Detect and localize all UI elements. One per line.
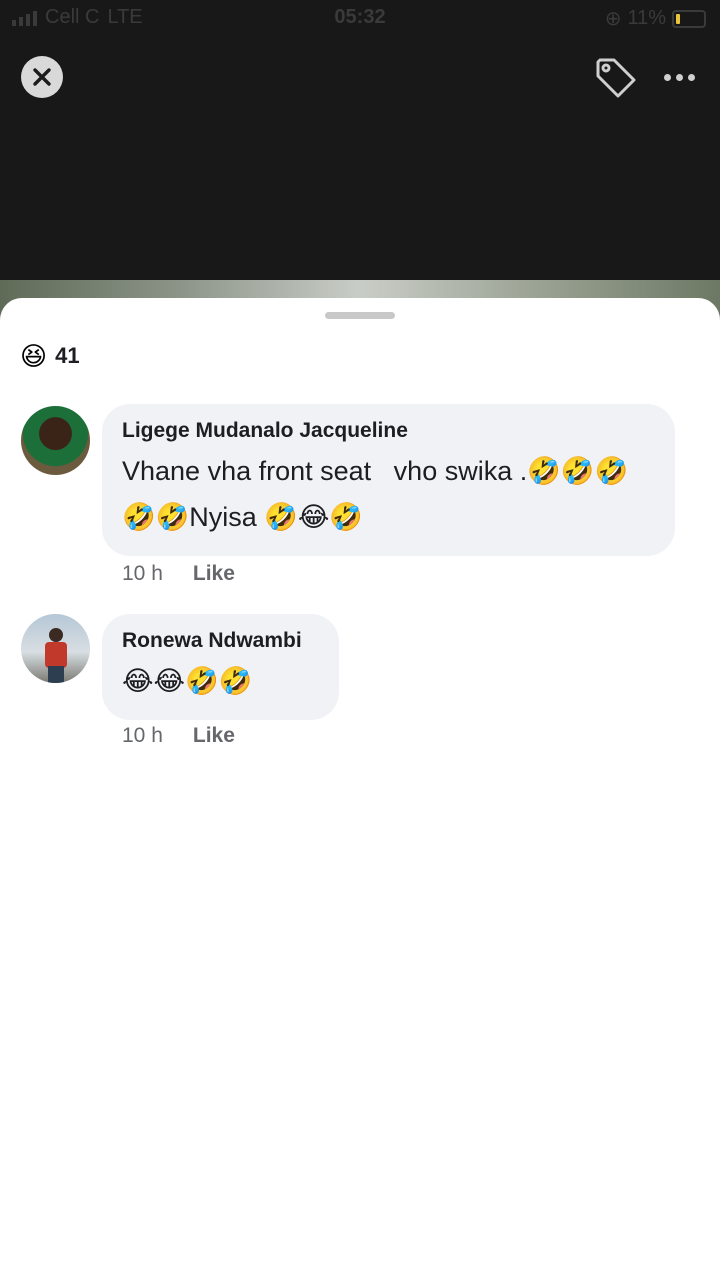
comment-time: 10 h bbox=[122, 724, 163, 747]
comment-meta: 10 h Like bbox=[122, 724, 235, 748]
comments-sheet: 😆 41 Ligege Mudanalo Jacqueline Vhane vh… bbox=[0, 298, 720, 1280]
reaction-count: 41 bbox=[55, 343, 80, 368]
haha-reaction-icon: 😆 bbox=[20, 341, 48, 371]
more-options-button[interactable] bbox=[660, 62, 698, 92]
like-button[interactable]: Like bbox=[193, 724, 235, 748]
status-bar: Cell C LTE 05:32 ⊕ 11% bbox=[0, 0, 720, 36]
comment-author[interactable]: Ronewa Ndwambi bbox=[122, 628, 319, 654]
battery-icon bbox=[672, 9, 706, 28]
more-dots-icon bbox=[663, 73, 671, 81]
comment-bubble[interactable]: Ronewa Ndwambi 😂😂🤣🤣 bbox=[102, 614, 339, 720]
close-icon bbox=[33, 68, 51, 86]
comment-author[interactable]: Ligege Mudanalo Jacqueline bbox=[122, 418, 655, 444]
battery-percent: 11% bbox=[627, 7, 666, 29]
status-right: ⊕ 11% bbox=[605, 6, 706, 31]
comment-text: Vhane vha front seat vho swika .🤣🤣🤣 🤣🤣Ny… bbox=[122, 456, 629, 532]
avatar[interactable] bbox=[21, 406, 90, 475]
photo-viewer-background bbox=[0, 0, 720, 282]
reactions-summary[interactable]: 😆 41 bbox=[20, 342, 80, 370]
orientation-lock-icon: ⊕ bbox=[604, 8, 622, 30]
avatar[interactable] bbox=[21, 614, 90, 683]
comment-text: 😂😂🤣🤣 bbox=[122, 666, 253, 696]
like-button[interactable]: Like bbox=[193, 562, 235, 586]
comment-bubble[interactable]: Ligege Mudanalo Jacqueline Vhane vha fro… bbox=[102, 404, 675, 556]
close-button[interactable] bbox=[21, 56, 63, 98]
comment-time: 10 h bbox=[122, 562, 163, 585]
tag-button[interactable] bbox=[592, 54, 638, 100]
sheet-drag-handle[interactable] bbox=[325, 312, 395, 319]
tag-icon bbox=[596, 58, 636, 98]
comment-meta: 10 h Like bbox=[122, 562, 235, 586]
